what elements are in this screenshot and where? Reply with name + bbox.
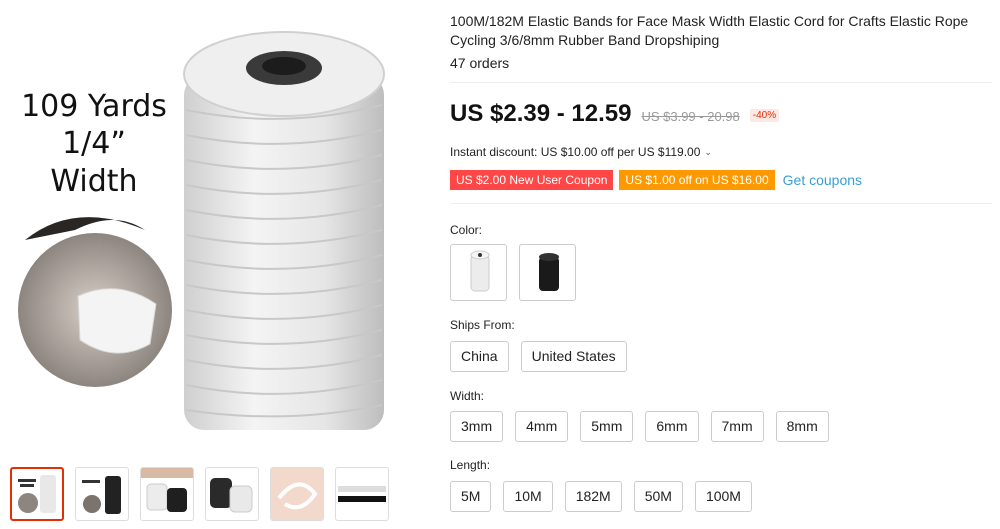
thumbnail-white-spool-icon [18, 475, 56, 513]
current-price: US $2.39 - 12.59 [450, 100, 632, 127]
width-option[interactable]: 5mm [580, 411, 634, 442]
color-label: Color: [450, 223, 483, 237]
image-gallery: 109 Yards 1/4” Width [0, 0, 400, 529]
thumbnail-2[interactable] [75, 467, 129, 521]
thumbnail-two-spools-icon [141, 468, 193, 512]
color-options [450, 244, 576, 301]
color-option-black[interactable] [519, 244, 576, 301]
ships-from-option[interactable]: China [450, 341, 509, 372]
thumbnail-1[interactable] [10, 467, 64, 521]
thumbnail-spools-side-icon [210, 478, 253, 513]
overlay-width-text: 1/4” Width [50, 126, 138, 199]
coupon-row: US $2.00 New User Coupon US $1.00 off on… [450, 170, 862, 190]
store-coupon[interactable]: US $1.00 off on US $16.00 [619, 170, 775, 190]
instant-discount-text: Instant discount: US $10.00 off per US $… [450, 145, 701, 159]
original-price: US $3.99 - 20.98 [641, 109, 740, 124]
elastic-spool-illustration [18, 31, 385, 430]
width-option[interactable]: 8mm [775, 411, 829, 442]
thumbnail-loose-elastic-icon [271, 468, 323, 520]
color-option-white[interactable] [450, 244, 507, 301]
overlay-yards-text: 109 Yards [21, 89, 167, 124]
width-label: Width: [450, 389, 485, 403]
length-option[interactable]: 10M [503, 481, 553, 512]
length-option[interactable]: 182M [564, 481, 622, 512]
black-spool-icon [539, 253, 559, 291]
length-option[interactable]: 5M [450, 481, 492, 512]
ships-from-label: Ships From: [450, 318, 515, 332]
thumbnail-black-spool-icon [82, 476, 121, 514]
thumbnail-4[interactable] [205, 467, 259, 521]
white-spool-icon [470, 250, 490, 292]
ships-from-options: China United States [450, 341, 627, 372]
chevron-down-icon[interactable]: ⌄ [704, 147, 712, 158]
length-option[interactable]: 100M [694, 481, 752, 512]
price-row: US $2.39 - 12.59 US $3.99 - 20.98 -40% [450, 100, 780, 128]
width-option[interactable]: 4mm [515, 411, 569, 442]
width-option[interactable]: 6mm [645, 411, 699, 442]
new-user-coupon[interactable]: US $2.00 New User Coupon [450, 170, 614, 190]
width-options: 3mm 4mm 5mm 6mm 7mm 8mm [450, 411, 829, 442]
get-coupons-link[interactable]: Get coupons [783, 172, 862, 188]
divider [450, 203, 992, 204]
product-title: 100M/182M Elastic Bands for Face Mask Wi… [450, 13, 969, 48]
thumbnail-strip [10, 467, 390, 523]
discount-badge: -40% [749, 109, 780, 122]
divider [450, 82, 992, 83]
ships-from-option[interactable]: United States [520, 341, 627, 372]
length-option[interactable]: 50M [633, 481, 683, 512]
main-product-image[interactable]: 109 Yards 1/4” Width [0, 0, 400, 455]
length-options: 5M 10M 182M 50M 100M [450, 481, 752, 512]
thumbnail-3[interactable] [140, 467, 194, 521]
width-option[interactable]: 3mm [450, 411, 504, 442]
length-label: Length: [450, 458, 491, 472]
thumbnail-6[interactable] [335, 467, 389, 521]
product-page: 109 Yards 1/4” Width 100M/182M Elastic B… [0, 0, 1000, 529]
thumbnail-5[interactable] [270, 467, 324, 521]
width-option[interactable]: 7mm [710, 411, 764, 442]
orders-count: 47 orders [450, 55, 510, 71]
product-details: 100M/182M Elastic Bands for Face Mask Wi… [450, 0, 992, 529]
instant-discount[interactable]: Instant discount: US $10.00 off per US $… [450, 145, 712, 159]
thumbnail-band-closeup-icon [338, 486, 386, 502]
